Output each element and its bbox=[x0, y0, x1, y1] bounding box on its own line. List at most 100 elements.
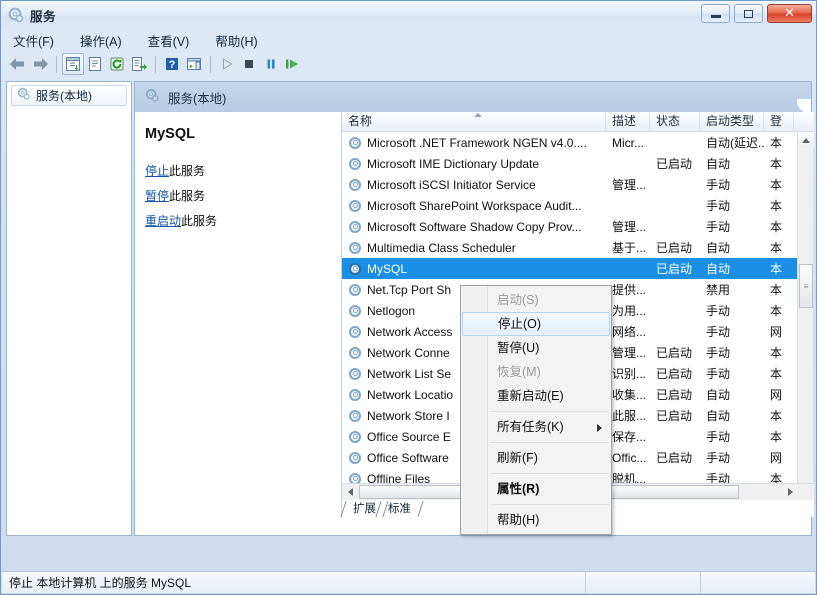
context-menu-refresh[interactable]: 刷新(F) bbox=[461, 446, 611, 470]
export-list-button[interactable] bbox=[128, 53, 150, 75]
stop-link-text: 停止 bbox=[145, 164, 170, 178]
stop-this-service-link[interactable]: 停止此服务 bbox=[145, 162, 341, 179]
properties-button[interactable] bbox=[84, 53, 106, 75]
forward-button[interactable] bbox=[29, 53, 51, 75]
cell-name: Microsoft IME Dictionary Update bbox=[342, 157, 606, 171]
service-name: Network List Se bbox=[367, 366, 452, 381]
service-name: Office Source E bbox=[367, 429, 451, 444]
help-button[interactable]: ? bbox=[161, 53, 183, 75]
context-menu-restart[interactable]: 重新启动(E) bbox=[461, 384, 611, 408]
scroll-right-button[interactable] bbox=[782, 484, 798, 500]
menu-help[interactable]: 帮助(H) bbox=[213, 29, 259, 52]
context-menu-all-tasks[interactable]: 所有任务(K) bbox=[461, 415, 611, 439]
menu-view[interactable]: 查看(V) bbox=[146, 29, 192, 52]
menu-file[interactable]: 文件(F) bbox=[11, 29, 56, 52]
scroll-left-button[interactable] bbox=[342, 484, 358, 500]
column-header-description[interactable]: 描述 bbox=[606, 112, 650, 132]
table-row[interactable]: MySQL 已启动 自动 本 bbox=[342, 258, 798, 279]
tree-item-services-local[interactable]: 服务(本地) bbox=[11, 85, 127, 106]
services-gear-icon bbox=[348, 388, 362, 402]
restart-this-service-link[interactable]: 重启动此服务 bbox=[145, 212, 341, 229]
table-row[interactable]: Microsoft Software Shadow Copy Prov... 管理… bbox=[342, 216, 798, 237]
cell-status: 已启动 bbox=[656, 157, 693, 171]
cell-name: Microsoft SharePoint Workspace Audit... bbox=[342, 199, 606, 213]
service-name: Microsoft SharePoint Workspace Audit... bbox=[367, 198, 582, 213]
table-row[interactable]: Microsoft SharePoint Workspace Audit... 手… bbox=[342, 195, 798, 216]
cell-description: 提供... bbox=[612, 283, 647, 297]
tab-standard[interactable]: 标准 bbox=[381, 501, 418, 517]
services-gear-icon bbox=[17, 87, 31, 104]
cell-startup-type: 自动 bbox=[706, 157, 731, 171]
grip-icon: ≡ bbox=[803, 281, 809, 291]
cell-logon-as: 本 bbox=[770, 157, 783, 171]
chevron-left-icon bbox=[347, 488, 353, 496]
service-name: Microsoft Software Shadow Copy Prov... bbox=[367, 219, 582, 234]
menu-action[interactable]: 操作(A) bbox=[78, 29, 124, 52]
column-header-logon-as[interactable]: 登 bbox=[764, 112, 794, 132]
cell-logon-as: 本 bbox=[770, 262, 783, 276]
service-name: Microsoft .NET Framework NGEN v4.0.... bbox=[367, 135, 587, 150]
vertical-scrollbar-thumb[interactable]: ≡ bbox=[799, 264, 813, 308]
services-gear-icon bbox=[348, 157, 362, 171]
refresh-button[interactable] bbox=[106, 53, 128, 75]
cell-name: Microsoft iSCSI Initiator Service bbox=[342, 178, 606, 192]
close-button[interactable]: ✕ bbox=[767, 4, 812, 23]
services-gear-icon bbox=[8, 7, 24, 23]
results-pane-title: 服务(本地) bbox=[168, 91, 227, 106]
context-menu-separator-3 bbox=[491, 473, 609, 474]
services-gear-icon bbox=[348, 283, 362, 297]
window-title: 服务 bbox=[30, 9, 57, 24]
column-header-name[interactable]: 名称 bbox=[342, 112, 606, 132]
context-menu-separator-1 bbox=[491, 411, 609, 412]
back-button[interactable] bbox=[7, 53, 29, 75]
cell-description: 管理... bbox=[612, 220, 647, 234]
cell-startup-type: 手动 bbox=[706, 220, 731, 234]
column-header-status[interactable]: 状态 bbox=[650, 112, 700, 132]
pause-service-button[interactable] bbox=[260, 53, 282, 75]
cell-description: 为用... bbox=[612, 304, 647, 318]
services-gear-icon bbox=[348, 220, 362, 234]
cell-startup-type: 自动(延迟... bbox=[706, 136, 764, 150]
services-gear-icon bbox=[348, 199, 362, 213]
table-row[interactable]: Microsoft IME Dictionary Update 已启动 自动 本 bbox=[342, 153, 798, 174]
context-menu-properties[interactable]: 属性(R) bbox=[461, 477, 611, 501]
table-row[interactable]: Microsoft .NET Framework NGEN v4.0.... Mi… bbox=[342, 132, 798, 153]
cell-logon-as: 本 bbox=[770, 367, 783, 381]
context-menu-stop[interactable]: 停止(O) bbox=[462, 312, 610, 336]
toolbar-separator-3 bbox=[210, 55, 211, 73]
cell-description: Offic... bbox=[612, 450, 647, 465]
table-row[interactable]: Multimedia Class Scheduler 基于... 已启动 自动 本 bbox=[342, 237, 798, 258]
cell-startup-type: 自动 bbox=[706, 262, 731, 276]
toolbar-separator bbox=[56, 55, 57, 73]
cell-logon-as: 本 bbox=[770, 199, 783, 213]
table-row[interactable]: Microsoft iSCSI Initiator Service 管理... 手动… bbox=[342, 174, 798, 195]
cell-logon-as: 本 bbox=[770, 409, 783, 423]
context-menu-separator-2 bbox=[491, 442, 609, 443]
service-name: MySQL bbox=[367, 261, 408, 276]
cell-description: 保存... bbox=[612, 430, 647, 444]
cell-status: 已启动 bbox=[656, 367, 693, 381]
tree-item-label: 服务(本地) bbox=[36, 89, 92, 103]
scroll-up-button[interactable] bbox=[798, 132, 814, 148]
stop-service-button[interactable] bbox=[238, 53, 260, 75]
context-menu-help[interactable]: 帮助(H) bbox=[461, 508, 611, 532]
services-gear-icon bbox=[348, 325, 362, 339]
show-action-pane-button[interactable] bbox=[183, 53, 205, 75]
pause-link-rest: 此服务 bbox=[169, 189, 206, 203]
restart-service-button[interactable] bbox=[282, 53, 304, 75]
chevron-up-icon bbox=[802, 137, 810, 143]
start-service-button[interactable] bbox=[216, 53, 238, 75]
window-controls: ✕ bbox=[701, 4, 812, 23]
show-hide-console-tree-button[interactable] bbox=[62, 53, 84, 75]
list-vertical-scrollbar[interactable]: ≡ bbox=[797, 132, 814, 517]
cell-startup-type: 手动 bbox=[706, 199, 731, 213]
pause-this-service-link[interactable]: 暂停此服务 bbox=[145, 187, 341, 204]
minimize-button[interactable] bbox=[701, 4, 730, 23]
column-header-startup-type[interactable]: 启动类型 bbox=[700, 112, 764, 132]
service-name: Network Store I bbox=[367, 408, 450, 423]
context-menu-pause[interactable]: 暂停(U) bbox=[461, 336, 611, 360]
maximize-button[interactable] bbox=[734, 4, 763, 23]
list-column-headers: 名称 描述 状态 启动类型 登 bbox=[342, 112, 814, 132]
services-gear-icon bbox=[348, 178, 362, 192]
cell-logon-as: 本 bbox=[770, 283, 783, 297]
